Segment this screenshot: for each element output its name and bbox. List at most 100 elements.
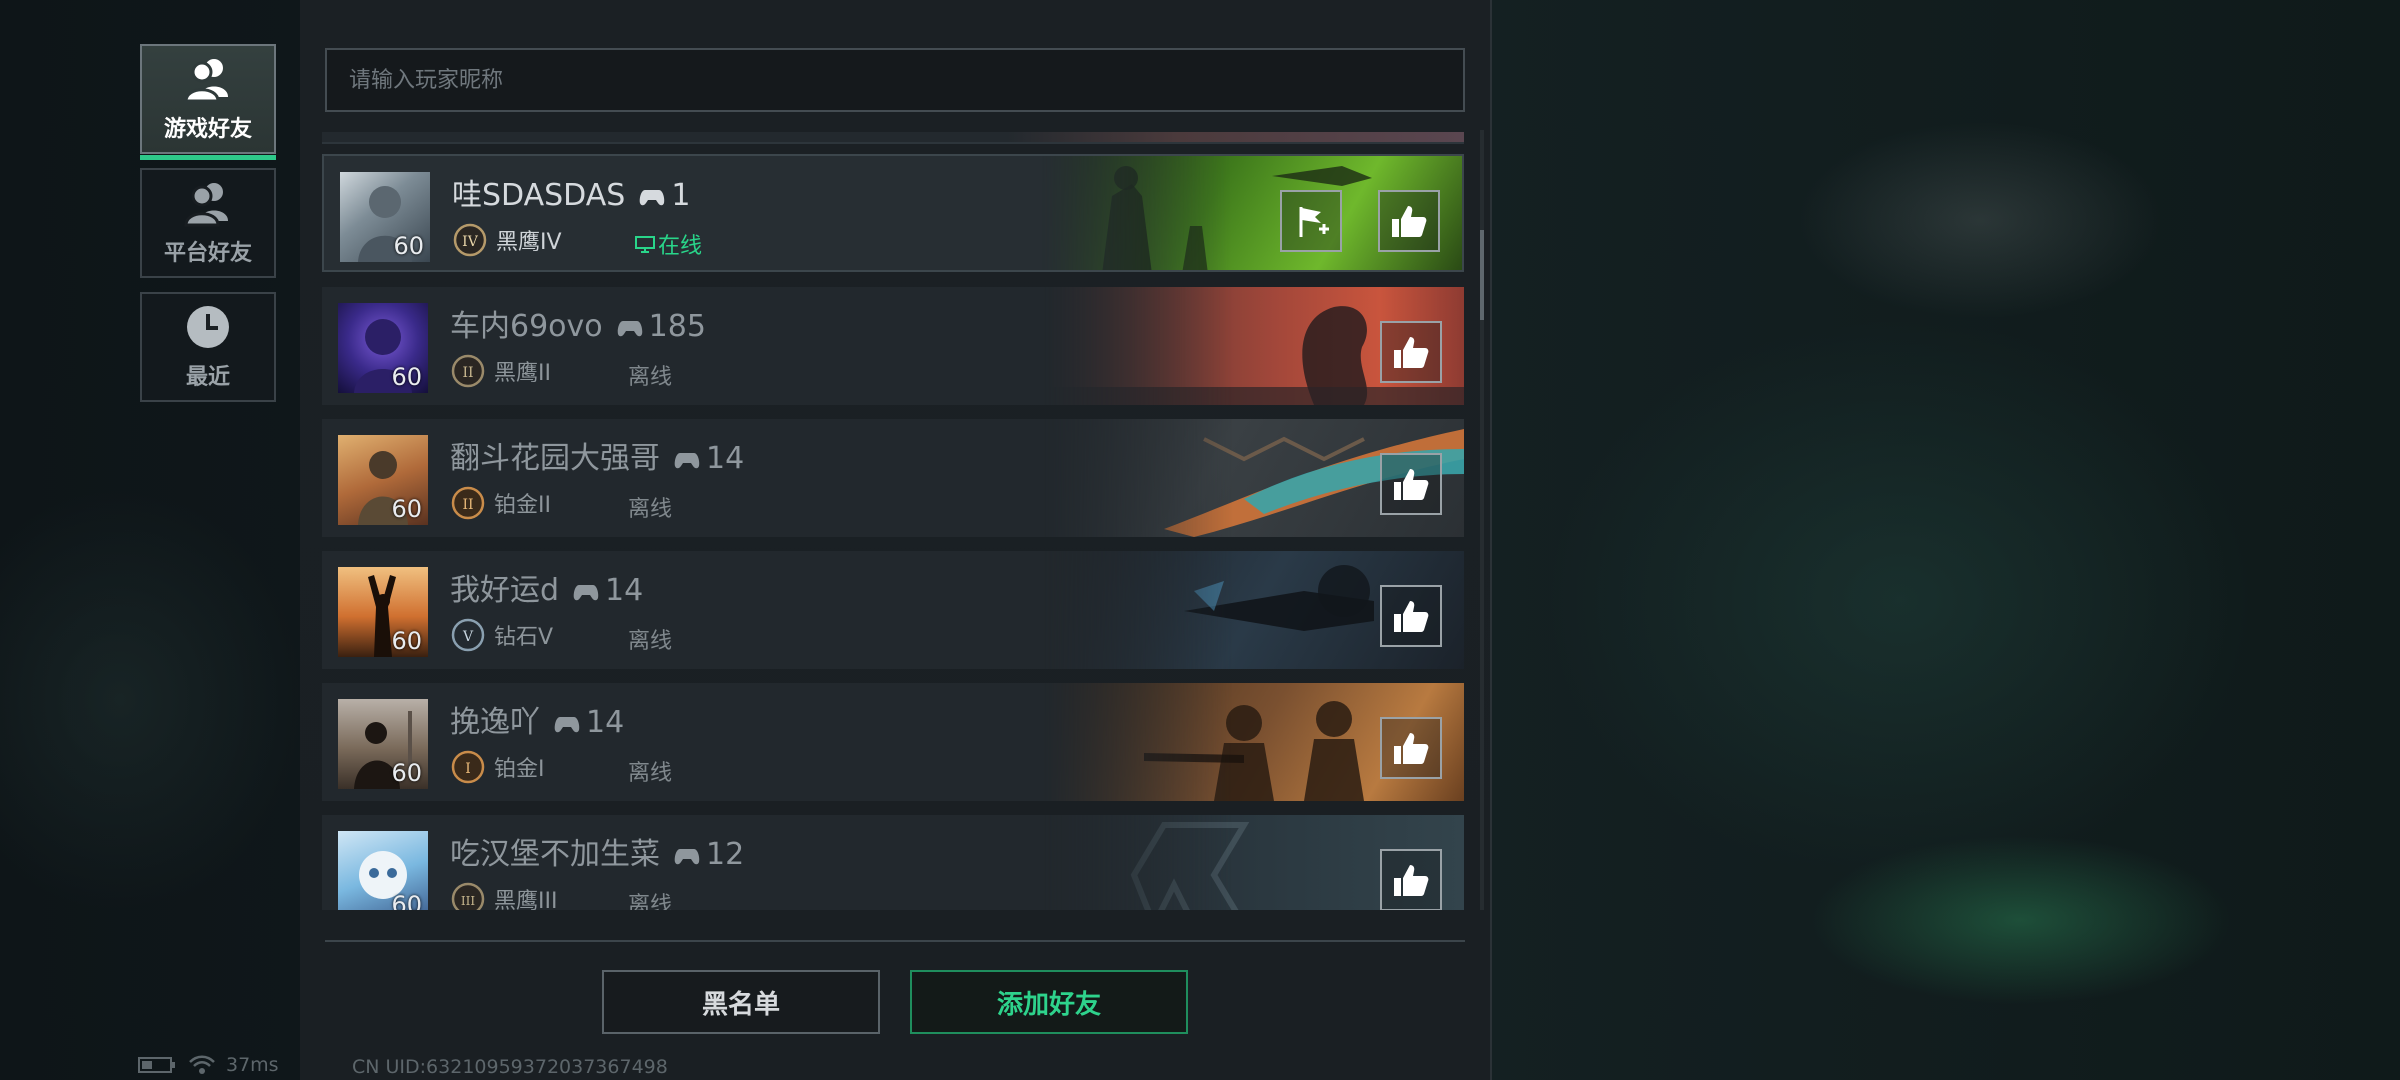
match-count: 185: [648, 309, 706, 344]
rank-label: 黑鹰IV: [496, 230, 562, 255]
gamepad-icon: [554, 716, 580, 732]
friend-row[interactable]: 60 翻斗花园大强哥 14 II 铂金II 离线: [322, 419, 1464, 537]
offline-status: 离线: [628, 761, 673, 786]
thumbs-up-icon: [1394, 733, 1429, 764]
level-badge: 60: [391, 759, 422, 787]
wifi-icon: [189, 1055, 215, 1074]
friend-name-line: 挽逸吖 14: [450, 697, 624, 741]
rank-label: 铂金II: [494, 493, 551, 518]
rank: II 黑鹰II: [450, 353, 551, 389]
platform-friends-icon: [184, 183, 228, 227]
avatar[interactable]: 60: [338, 831, 428, 910]
friend-name: 翻斗花园大强哥: [450, 441, 660, 476]
like-button[interactable]: [1380, 717, 1442, 779]
svg-text:V: V: [462, 629, 474, 645]
like-button[interactable]: [1380, 849, 1442, 910]
ping-label: 37ms: [226, 1054, 279, 1076]
thumbs-up-icon: [1394, 601, 1429, 632]
friend-row[interactable]: 60 挽逸吖 14 I 铂金I 离线: [322, 683, 1464, 801]
rank: III 黑鹰III: [450, 881, 557, 910]
friend-name-line: 我好运d 14: [450, 565, 643, 609]
svg-text:II: II: [462, 497, 473, 513]
like-button[interactable]: [1380, 585, 1442, 647]
tab-label: 平台好友: [163, 241, 252, 266]
divider: [325, 940, 1465, 942]
level-badge: 60: [391, 363, 422, 391]
offline-status: 离线: [628, 629, 673, 654]
friend-name: 车内69ovo: [450, 309, 603, 344]
invite-team-button[interactable]: [1280, 190, 1342, 252]
tab-label: 游戏好友: [163, 117, 252, 142]
rank: IV 黑鹰IV: [452, 222, 562, 258]
svg-text:I: I: [465, 761, 471, 777]
rank-badge-icon: II: [451, 354, 485, 388]
rank-badge-icon: V: [451, 618, 485, 652]
avatar[interactable]: 60: [338, 303, 428, 393]
offline-status: 离线: [628, 365, 673, 390]
svg-text:II: II: [462, 365, 473, 381]
friend-name: 吃汉堡不加生菜: [450, 837, 660, 872]
network-status: 37ms: [138, 1054, 279, 1076]
friend-row[interactable]: 60 我好运d 14 V 钻石V 离线: [322, 551, 1464, 669]
thumbs-up-icon: [1394, 865, 1429, 896]
match-count: 14: [586, 705, 625, 740]
friend-list[interactable]: 60 哇SDASDAS 1 IV 黑鹰IV 在线 60 车内69ovo 185 …: [322, 132, 1468, 910]
avatar[interactable]: 60: [338, 699, 428, 789]
friend-name-line: 翻斗花园大强哥 14: [450, 433, 744, 477]
level-badge: 60: [391, 891, 422, 910]
rank: II 铂金II: [450, 485, 551, 521]
match-count: 14: [605, 573, 644, 608]
rank-label: 黑鹰II: [494, 361, 551, 386]
offline-status: 离线: [628, 893, 673, 910]
rank-badge-icon: I: [451, 750, 485, 784]
friend-row[interactable]: 60 哇SDASDAS 1 IV 黑鹰IV 在线: [322, 154, 1464, 274]
monitor-icon: [635, 236, 655, 253]
thumbs-up-icon: [1394, 469, 1429, 500]
battery-icon: [138, 1057, 175, 1073]
like-button[interactable]: [1380, 321, 1442, 383]
gamepad-icon: [674, 452, 700, 468]
friend-name: 哇SDASDAS: [452, 178, 626, 213]
level-badge: 60: [393, 232, 424, 260]
gamepad-icon: [617, 320, 642, 336]
rank: I 铂金I: [450, 749, 545, 785]
svg-text:IV: IV: [462, 234, 479, 250]
gamepad-icon: [573, 584, 599, 600]
offline-status: 离线: [628, 497, 673, 522]
tab-recent[interactable]: 最近: [140, 292, 276, 402]
thumbs-up-icon: [1392, 206, 1427, 237]
blacklist-button[interactable]: 黑名单: [602, 970, 880, 1034]
friend-name-line: 哇SDASDAS 1: [452, 170, 690, 214]
friend-row[interactable]: 60 吃汉堡不加生菜 12 III 黑鹰III 离线: [322, 815, 1464, 910]
scrollbar-thumb[interactable]: [1480, 230, 1484, 320]
like-button[interactable]: [1378, 190, 1440, 252]
avatar[interactable]: 60: [338, 567, 428, 657]
tab-platform-friends[interactable]: 平台好友: [140, 168, 276, 278]
svg-text:III: III: [461, 894, 475, 908]
friend-name-line: 吃汉堡不加生菜 12: [450, 829, 744, 873]
friend-row[interactable]: 60 车内69ovo 185 II 黑鹰II 离线: [322, 287, 1464, 405]
rank-badge-icon: III: [451, 882, 485, 910]
tab-label: 最近: [185, 365, 230, 390]
clock-icon: [187, 306, 229, 348]
match-count: 12: [706, 837, 745, 872]
add-friend-button[interactable]: 添加好友: [910, 970, 1188, 1034]
friend-name: 我好运d: [450, 573, 560, 608]
level-badge: 60: [391, 627, 422, 655]
thumbs-up-icon: [1394, 337, 1429, 368]
rank-label: 铂金I: [494, 757, 545, 782]
avatar[interactable]: 60: [338, 435, 428, 525]
gamepad-icon: [640, 189, 665, 205]
avatar[interactable]: 60: [340, 172, 430, 262]
search-input[interactable]: [325, 48, 1465, 112]
online-status: 在线: [634, 228, 702, 260]
rank-label: 黑鹰III: [494, 889, 558, 910]
uid-label: CN UID:63210959372037367498: [352, 1056, 668, 1078]
level-badge: 60: [391, 495, 422, 523]
like-button[interactable]: [1380, 453, 1442, 515]
tab-game-friends[interactable]: 游戏好友: [140, 44, 276, 160]
friends-icon: [184, 59, 228, 103]
status-label: 在线: [658, 234, 703, 259]
rank-badge-icon: II: [451, 486, 485, 520]
rank: V 钻石V: [450, 617, 553, 653]
